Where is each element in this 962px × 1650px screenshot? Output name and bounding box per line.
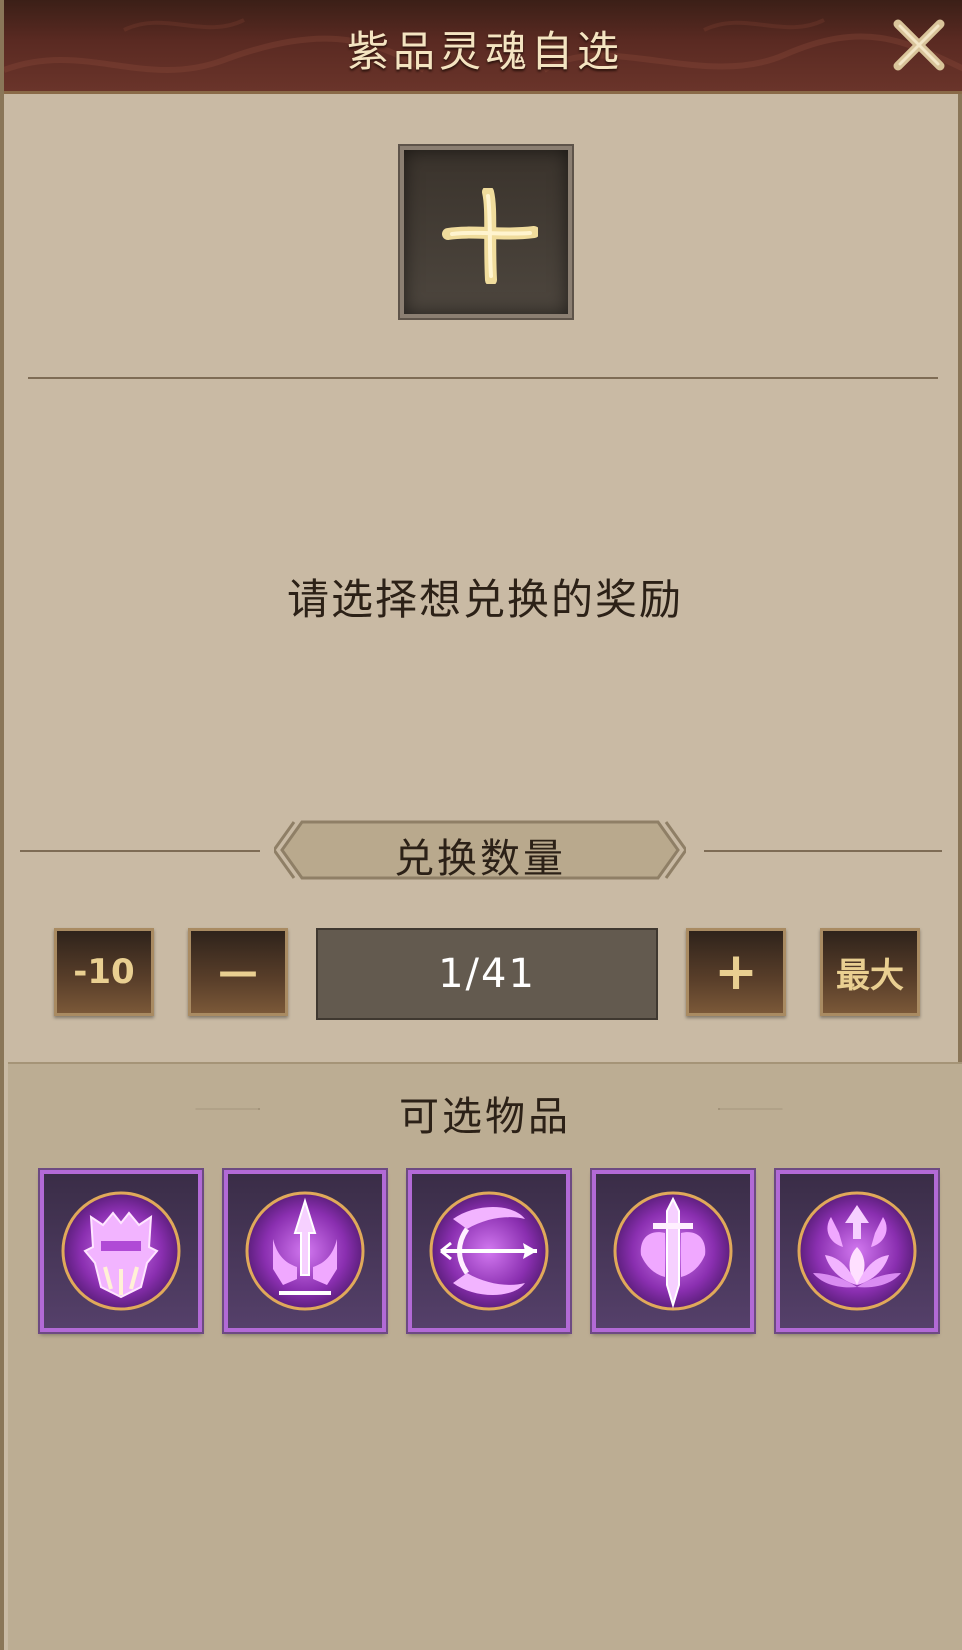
item-card[interactable]	[408, 1170, 570, 1332]
item-card[interactable]	[592, 1170, 754, 1332]
reward-slot-button[interactable]	[400, 146, 572, 318]
divider-right	[704, 850, 942, 852]
minus-10-button[interactable]: -10	[54, 928, 154, 1016]
divider-left	[20, 850, 260, 852]
sword-wings-soul-icon	[613, 1191, 733, 1311]
title-bar: 紫品灵魂自选	[4, 0, 962, 94]
items-title: 可选物品	[399, 1094, 571, 1140]
close-button[interactable]	[890, 16, 948, 74]
bow-arrow-soul-icon	[429, 1191, 549, 1311]
exchange-panel: 紫品灵魂自选 请选择想兑换的奖励 兑换数量 -10 — 1/41 + 最大 可选…	[0, 0, 962, 1650]
item-card[interactable]	[40, 1170, 202, 1332]
plus-icon	[442, 188, 538, 284]
quantity-display: 1/41	[316, 928, 658, 1020]
panel-title: 紫品灵魂自选	[346, 27, 623, 76]
mask-soul-icon	[61, 1191, 181, 1311]
item-card[interactable]	[776, 1170, 938, 1332]
items-section: 可选物品	[8, 1062, 962, 1650]
selection-prompt: 请选择想兑换的奖励	[286, 575, 683, 624]
close-x-icon	[893, 19, 945, 71]
trident-crown-soul-icon	[245, 1191, 365, 1311]
lotus-soul-icon	[797, 1191, 917, 1311]
minus-button[interactable]: —	[188, 928, 288, 1016]
item-card[interactable]	[224, 1170, 386, 1332]
plus-button[interactable]: +	[686, 928, 786, 1016]
divider	[28, 377, 938, 379]
items-divider-right	[718, 1108, 783, 1110]
max-button[interactable]: 最大	[820, 928, 920, 1016]
quantity-label: 兑换数量	[394, 836, 566, 882]
